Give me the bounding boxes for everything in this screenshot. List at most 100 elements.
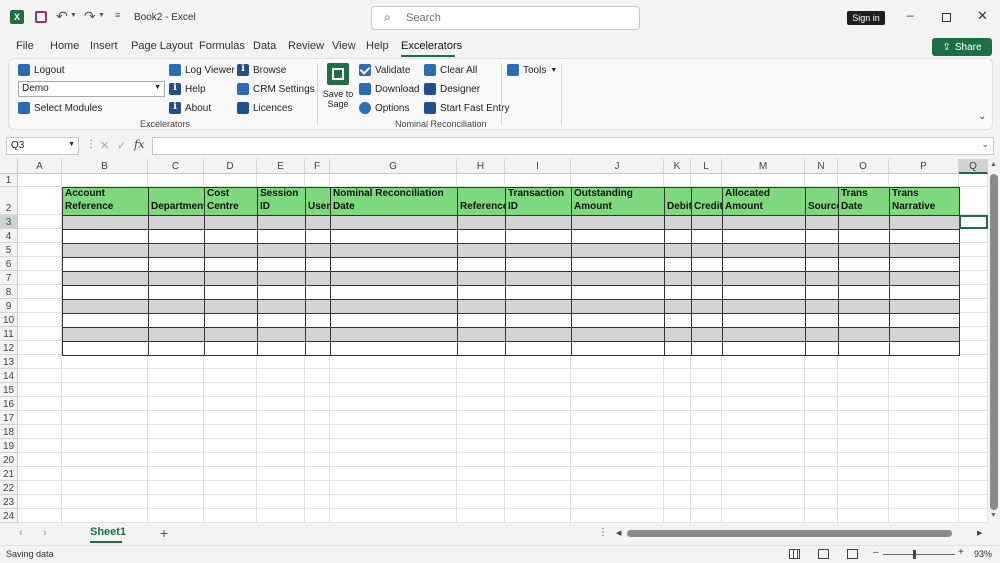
table-cell[interactable] — [805, 285, 839, 300]
table-cell[interactable] — [505, 257, 572, 272]
table-cell[interactable] — [305, 243, 331, 258]
table-cell[interactable] — [505, 229, 572, 244]
name-box[interactable]: Q3 ▼ — [6, 137, 79, 155]
add-sheet-icon[interactable]: + — [160, 525, 168, 541]
table-cell[interactable] — [664, 341, 692, 356]
tab-split-icon[interactable]: ⋮ — [598, 527, 608, 538]
table-cell[interactable] — [305, 327, 331, 342]
table-cell[interactable] — [62, 313, 149, 328]
table-cell[interactable] — [148, 299, 205, 314]
table-header-cell[interactable]: User — [305, 187, 331, 216]
table-header-cell[interactable]: Department — [148, 187, 205, 216]
table-cell[interactable] — [257, 285, 306, 300]
scroll-down-icon[interactable]: ▼ — [990, 512, 997, 519]
table-header-cell[interactable]: Allocated Amount — [722, 187, 806, 216]
column-header[interactable]: B — [62, 159, 148, 174]
licences-button[interactable]: Licences — [237, 102, 292, 114]
table-header-cell[interactable]: Reference — [457, 187, 506, 216]
table-cell[interactable] — [838, 229, 890, 244]
table-header-cell[interactable]: Cost Centre — [204, 187, 258, 216]
table-cell[interactable] — [305, 341, 331, 356]
table-cell[interactable] — [204, 215, 258, 230]
table-cell[interactable] — [457, 215, 506, 230]
table-header-cell[interactable]: Outstanding Amount — [571, 187, 665, 216]
row-header[interactable]: 14 — [0, 369, 18, 383]
normal-view-icon[interactable] — [789, 549, 800, 559]
table-cell[interactable] — [722, 341, 806, 356]
row-header[interactable]: 18 — [0, 425, 18, 439]
table-cell[interactable] — [571, 299, 665, 314]
next-sheet-icon[interactable]: › — [43, 527, 47, 539]
scroll-left-icon[interactable]: ◀ — [616, 529, 621, 537]
table-cell[interactable] — [571, 257, 665, 272]
table-cell[interactable] — [257, 229, 306, 244]
table-cell[interactable] — [805, 271, 839, 286]
company-dropdown[interactable]: Demo ▼ — [18, 81, 165, 97]
table-cell[interactable] — [330, 285, 458, 300]
table-cell[interactable] — [838, 285, 890, 300]
table-cell[interactable] — [838, 243, 890, 258]
row-header[interactable]: 13 — [0, 355, 18, 369]
table-cell[interactable] — [889, 313, 960, 328]
table-cell[interactable] — [457, 299, 506, 314]
table-cell[interactable] — [148, 313, 205, 328]
table-cell[interactable] — [257, 271, 306, 286]
tab-page-layout[interactable]: Page Layout — [131, 40, 193, 52]
table-cell[interactable] — [505, 271, 572, 286]
table-cell[interactable] — [457, 341, 506, 356]
table-cell[interactable] — [664, 285, 692, 300]
row-header[interactable]: 7 — [0, 271, 18, 285]
tab-excelerators[interactable]: Excelerators — [401, 40, 462, 52]
more-options-icon[interactable]: ⋮ — [86, 139, 96, 150]
column-header[interactable]: N — [805, 159, 838, 174]
table-cell[interactable] — [62, 299, 149, 314]
tools-button[interactable]: Tools ▼ — [507, 64, 557, 76]
table-header-cell[interactable]: Source — [805, 187, 839, 216]
table-cell[interactable] — [330, 327, 458, 342]
table-cell[interactable] — [722, 229, 806, 244]
table-cell[interactable] — [204, 341, 258, 356]
sign-in-button[interactable]: Sign in — [847, 11, 885, 25]
row-header[interactable]: 12 — [0, 341, 18, 355]
table-cell[interactable] — [62, 229, 149, 244]
table-cell[interactable] — [204, 229, 258, 244]
table-cell[interactable] — [805, 257, 839, 272]
table-header-cell[interactable]: Debit — [664, 187, 692, 216]
row-header[interactable]: 4 — [0, 229, 18, 243]
table-cell[interactable] — [889, 341, 960, 356]
table-cell[interactable] — [305, 299, 331, 314]
table-cell[interactable] — [805, 229, 839, 244]
scroll-right-icon[interactable]: ▶ — [977, 529, 982, 537]
table-cell[interactable] — [691, 327, 723, 342]
column-header[interactable]: O — [838, 159, 889, 174]
table-cell[interactable] — [889, 243, 960, 258]
table-cell[interactable] — [204, 327, 258, 342]
table-cell[interactable] — [664, 257, 692, 272]
validate-button[interactable]: Validate — [359, 64, 410, 76]
table-cell[interactable] — [838, 341, 890, 356]
row-header[interactable]: 9 — [0, 299, 18, 313]
table-cell[interactable] — [805, 327, 839, 342]
table-cell[interactable] — [838, 215, 890, 230]
download-button[interactable]: Download — [359, 83, 419, 95]
log-viewer-button[interactable]: Log Viewer — [169, 64, 235, 76]
row-header[interactable]: 22 — [0, 481, 18, 495]
vertical-scroll-thumb[interactable] — [990, 174, 998, 510]
table-cell[interactable] — [330, 229, 458, 244]
redo-icon[interactable]: ↷ — [84, 8, 96, 25]
table-cell[interactable] — [722, 215, 806, 230]
table-cell[interactable] — [257, 257, 306, 272]
table-header-cell[interactable]: Nominal Reconciliation Date — [330, 187, 458, 216]
table-cell[interactable] — [457, 243, 506, 258]
column-header[interactable]: M — [722, 159, 805, 174]
table-cell[interactable] — [330, 257, 458, 272]
table-cell[interactable] — [805, 341, 839, 356]
restore-icon[interactable] — [942, 13, 951, 22]
table-cell[interactable] — [664, 271, 692, 286]
column-header[interactable]: P — [889, 159, 959, 174]
enter-icon[interactable]: ✓ — [117, 139, 126, 152]
table-cell[interactable] — [664, 229, 692, 244]
table-cell[interactable] — [330, 271, 458, 286]
table-cell[interactable] — [148, 243, 205, 258]
row-header[interactable]: 6 — [0, 257, 18, 271]
